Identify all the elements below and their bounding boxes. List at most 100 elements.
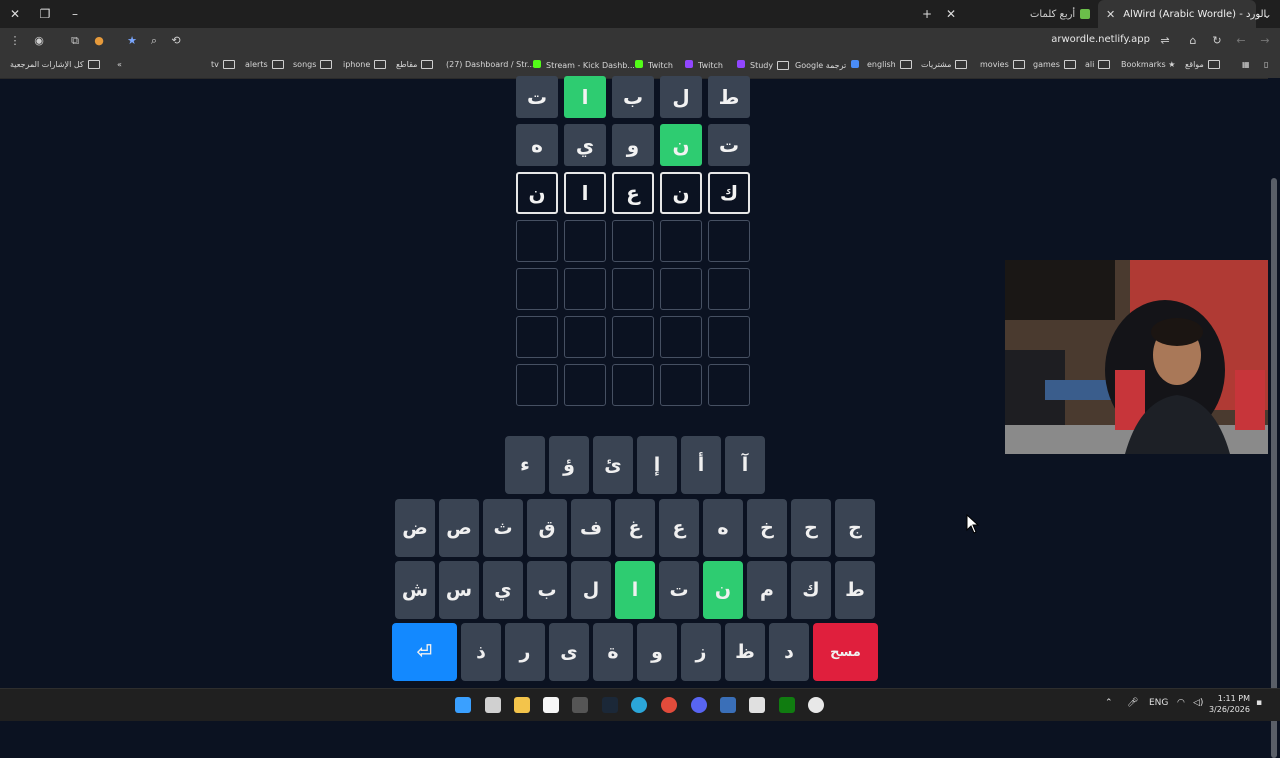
key-letter[interactable]: ب bbox=[527, 561, 567, 619]
key-letter[interactable]: ع bbox=[659, 499, 699, 557]
tab-arba-kalimat[interactable]: أربع كلمات bbox=[1030, 0, 1096, 28]
app-icon-3[interactable] bbox=[749, 697, 765, 713]
key-letter[interactable]: ر bbox=[505, 623, 545, 681]
bookmark-movies[interactable]: movies bbox=[980, 60, 1025, 69]
language-indicator[interactable]: ENG bbox=[1149, 698, 1168, 708]
bookmark-ali[interactable]: ali bbox=[1085, 60, 1111, 69]
key-letter[interactable]: ف bbox=[571, 499, 611, 557]
zoom-icon[interactable]: ⌕ bbox=[147, 34, 161, 48]
chevron-double-icon[interactable]: « bbox=[117, 60, 122, 69]
page-scrollbar[interactable] bbox=[1268, 78, 1280, 758]
key-letter[interactable]: ة bbox=[593, 623, 633, 681]
xbox-icon[interactable] bbox=[779, 697, 795, 713]
sidebar-icon[interactable]: ▯ bbox=[1264, 60, 1268, 69]
bookmark-dashboard[interactable]: (27) Dashboard / Str... bbox=[446, 60, 535, 69]
tab-alwird[interactable]: ✕ AlWird (Arabic Wordle) - الورد bbox=[1098, 0, 1266, 28]
bookmark-sites[interactable]: مواقع bbox=[1185, 60, 1220, 69]
app-icon-4[interactable] bbox=[808, 697, 824, 713]
bookmark-all[interactable]: كل الإشارات المرجعية bbox=[10, 60, 100, 69]
bookmark-english[interactable]: english bbox=[867, 60, 912, 69]
bookmark-bookmarks[interactable]: Bookmarks ★ bbox=[1121, 60, 1175, 69]
steam-icon[interactable] bbox=[602, 697, 618, 713]
key-letter[interactable]: ل bbox=[571, 561, 611, 619]
chrome-icon[interactable] bbox=[661, 697, 677, 713]
key-letter[interactable]: غ bbox=[615, 499, 655, 557]
back-icon[interactable]: → bbox=[1258, 34, 1272, 48]
bookmark-twitch-1[interactable]: Twitch bbox=[630, 60, 673, 70]
key-letter[interactable]: ك bbox=[791, 561, 831, 619]
key-letter[interactable]: ش bbox=[395, 561, 435, 619]
enter-key[interactable]: ⏎ bbox=[392, 623, 457, 681]
key-letter[interactable]: ح bbox=[791, 499, 831, 557]
key-letter[interactable]: أ bbox=[681, 436, 721, 494]
key-letter[interactable]: ؤ bbox=[549, 436, 589, 494]
key-letter[interactable]: ى bbox=[549, 623, 589, 681]
microphone-icon[interactable]: 🎤︎ bbox=[1127, 698, 1138, 708]
extensions-icon[interactable]: ⧉ bbox=[68, 34, 82, 48]
edge-icon[interactable] bbox=[631, 697, 647, 713]
notification-icon[interactable]: ▪ bbox=[1256, 698, 1262, 708]
delete-key[interactable]: مسح bbox=[813, 623, 878, 681]
key-letter[interactable]: د bbox=[769, 623, 809, 681]
bookmark-games[interactable]: games bbox=[1033, 60, 1076, 69]
bookmark-kick[interactable]: Stream - Kick Dashb... bbox=[528, 60, 635, 70]
bookmark-study[interactable]: Study bbox=[732, 60, 790, 70]
key-letter[interactable]: ج bbox=[835, 499, 875, 557]
bookmark-tv[interactable]: tv bbox=[211, 60, 235, 69]
volume-icon[interactable]: ◁) bbox=[1193, 698, 1203, 708]
tab-close-icon[interactable]: ✕ bbox=[936, 0, 966, 28]
key-letter[interactable]: ي bbox=[483, 561, 523, 619]
key-letter[interactable]: ذ bbox=[461, 623, 501, 681]
app-icon[interactable] bbox=[572, 697, 588, 713]
key-letter[interactable]: إ bbox=[637, 436, 677, 494]
key-letter[interactable]: ء bbox=[505, 436, 545, 494]
bookmark-songs[interactable]: songs bbox=[293, 60, 333, 69]
tab-close-icon[interactable]: ✕ bbox=[1106, 8, 1115, 21]
key-letter[interactable]: م bbox=[747, 561, 787, 619]
bookmark-iphone[interactable]: iphone bbox=[343, 60, 387, 69]
site-settings-icon[interactable]: ⇌ bbox=[1158, 34, 1172, 48]
key-letter[interactable]: ض bbox=[395, 499, 435, 557]
system-clock[interactable]: 1:11 PM 3/26/2026 bbox=[1209, 693, 1250, 715]
key-letter[interactable]: و bbox=[637, 623, 677, 681]
address-bar[interactable]: arwordle.netlify.app bbox=[1051, 34, 1150, 45]
key-letter[interactable]: ط bbox=[835, 561, 875, 619]
bookmark-star-icon[interactable]: ★ bbox=[125, 34, 139, 48]
bookmark-purchases[interactable]: مشتريات bbox=[921, 60, 968, 69]
key-letter[interactable]: آ bbox=[725, 436, 765, 494]
discord-icon[interactable] bbox=[691, 697, 707, 713]
bookmark-twitch-2[interactable]: Twitch bbox=[680, 60, 723, 70]
key-letter[interactable]: ظ bbox=[725, 623, 765, 681]
reload-icon[interactable]: ↻ bbox=[1210, 34, 1224, 48]
bookmark-clips[interactable]: مقاطع bbox=[396, 60, 434, 69]
close-icon[interactable]: ✕ bbox=[0, 0, 30, 28]
tray-chevron-icon[interactable]: ⌃ bbox=[1105, 698, 1113, 708]
key-letter[interactable]: ص bbox=[439, 499, 479, 557]
windows-start-icon[interactable] bbox=[455, 697, 471, 713]
file-explorer-icon[interactable] bbox=[514, 697, 530, 713]
store-icon[interactable] bbox=[543, 697, 559, 713]
key-letter[interactable]: ت bbox=[659, 561, 699, 619]
tab-search-icon[interactable]: ⌄ bbox=[1252, 0, 1280, 28]
key-letter[interactable]: ز bbox=[681, 623, 721, 681]
restore-icon[interactable]: ❐ bbox=[30, 0, 60, 28]
forward-icon[interactable]: ← bbox=[1234, 34, 1248, 48]
wifi-icon[interactable]: ◠ bbox=[1177, 698, 1185, 708]
home-icon[interactable]: ⌂ bbox=[1186, 34, 1200, 48]
bookmark-alerts[interactable]: alerts bbox=[245, 60, 284, 69]
key-letter[interactable]: ئ bbox=[593, 436, 633, 494]
key-letter[interactable]: ا bbox=[615, 561, 655, 619]
grid-icon[interactable]: ▦ bbox=[1242, 60, 1250, 69]
app-icon-2[interactable] bbox=[720, 697, 736, 713]
extension-icon[interactable]: ● bbox=[92, 34, 106, 48]
key-letter[interactable]: س bbox=[439, 561, 479, 619]
cast-icon[interactable]: ⟲ bbox=[169, 34, 183, 48]
minimize-icon[interactable]: – bbox=[60, 0, 90, 28]
key-letter[interactable]: ق bbox=[527, 499, 567, 557]
profile-icon[interactable]: ◉ bbox=[32, 34, 46, 48]
key-letter[interactable]: خ bbox=[747, 499, 787, 557]
key-letter[interactable]: ن bbox=[703, 561, 743, 619]
key-letter[interactable]: ه bbox=[703, 499, 743, 557]
key-letter[interactable]: ث bbox=[483, 499, 523, 557]
menu-icon[interactable]: ⋮ bbox=[8, 34, 22, 48]
